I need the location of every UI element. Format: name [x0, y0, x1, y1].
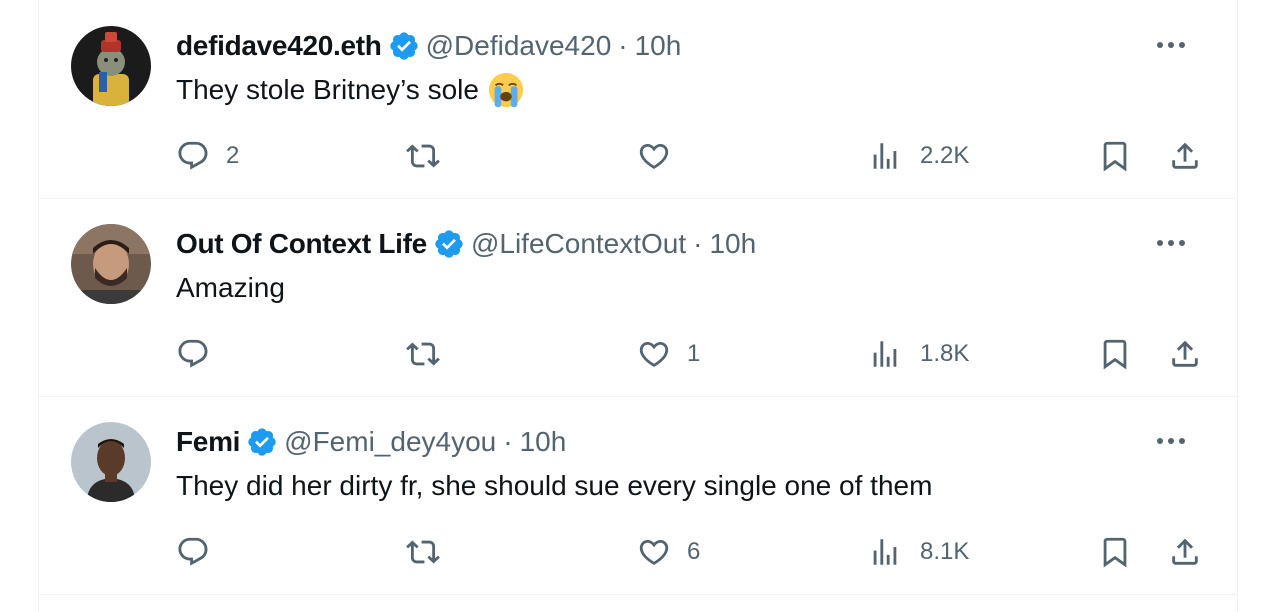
- tweet-text-content: They stole Britney’s sole: [176, 74, 479, 105]
- tweet-actions: 6 8.1K: [39, 530, 1237, 574]
- views-button[interactable]: 1.8K: [868, 332, 969, 376]
- retweet-icon: [406, 342, 440, 366]
- tweet-actions: 2 2.2K: [39, 134, 1237, 178]
- reply-feed: defidave420.eth @Defidave420 · 10h They …: [38, 0, 1238, 612]
- share-icon: [1172, 538, 1198, 565]
- display-name[interactable]: Out Of Context Life: [176, 228, 427, 260]
- user-handle[interactable]: @Femi_dey4you: [284, 426, 496, 458]
- like-button[interactable]: 6: [637, 530, 700, 574]
- reply-button[interactable]: [176, 332, 226, 376]
- reply-icon: [178, 339, 208, 368]
- share-button[interactable]: [1168, 530, 1202, 574]
- more-dots-icon[interactable]: [1153, 428, 1189, 454]
- timestamp[interactable]: 10h: [635, 30, 682, 62]
- retweet-button[interactable]: [406, 530, 440, 574]
- bookmark-button[interactable]: [1098, 530, 1132, 574]
- view-count: 2.2K: [920, 142, 970, 169]
- views-button[interactable]: 8.1K: [868, 530, 969, 574]
- tweet-text-content: They did her dirty fr, she should sue ev…: [176, 470, 933, 501]
- view-count: 8.1K: [920, 538, 970, 565]
- timestamp[interactable]: 10h: [520, 426, 567, 458]
- like-button[interactable]: [637, 134, 687, 178]
- bookmark-icon: [1103, 339, 1127, 370]
- tweet-3[interactable]: Femi @Femi_dey4you · 10h They did her di…: [39, 396, 1237, 595]
- bookmark-icon: [1103, 141, 1127, 172]
- views-icon: [873, 341, 897, 367]
- heart-icon: [639, 143, 669, 169]
- share-button[interactable]: [1168, 134, 1202, 178]
- tweet-text: Amazing: [176, 268, 285, 308]
- timestamp[interactable]: 10h: [709, 228, 756, 260]
- reply-icon: [178, 141, 208, 170]
- view-count: 1.8K: [920, 340, 970, 367]
- views-icon: [873, 143, 897, 169]
- avatar[interactable]: [71, 224, 151, 304]
- avatar[interactable]: [71, 26, 151, 106]
- bookmark-icon: [1103, 537, 1127, 568]
- more-dots-icon[interactable]: [1153, 32, 1189, 58]
- tweet-text: They did her dirty fr, she should sue ev…: [176, 466, 932, 506]
- bookmark-button[interactable]: [1098, 134, 1132, 178]
- tweet-text: They stole Britney’s sole: [176, 70, 525, 110]
- display-name[interactable]: Femi: [176, 426, 240, 458]
- user-handle[interactable]: @Defidave420: [426, 30, 612, 62]
- share-button[interactable]: [1168, 332, 1202, 376]
- verified-badge-icon: [248, 428, 276, 456]
- user-handle[interactable]: @LifeContextOut: [471, 228, 686, 260]
- bearded-man-photo-avatar: [71, 224, 151, 304]
- reply-count: 2: [226, 142, 240, 169]
- reply-icon: [178, 537, 208, 566]
- more-dots-icon[interactable]: [1153, 230, 1189, 256]
- avatar[interactable]: [71, 422, 151, 502]
- heart-icon: [639, 539, 669, 565]
- separator-dot: ·: [693, 228, 703, 259]
- heart-icon: [639, 341, 669, 367]
- views-icon: [873, 539, 897, 565]
- verified-badge-icon: [435, 230, 463, 258]
- share-icon: [1172, 142, 1198, 169]
- tweet-actions: 1 1.8K: [39, 332, 1237, 376]
- reply-button[interactable]: 2: [176, 134, 239, 178]
- separator-dot: ·: [618, 30, 628, 61]
- retweet-icon: [406, 540, 440, 564]
- display-name[interactable]: defidave420.eth: [176, 30, 382, 62]
- bookmark-button[interactable]: [1098, 332, 1132, 376]
- tweet-text-content: Amazing: [176, 272, 285, 303]
- man-photo-avatar: [71, 422, 151, 502]
- share-icon: [1172, 340, 1198, 367]
- views-button[interactable]: 2.2K: [868, 134, 969, 178]
- tweet-2[interactable]: Out Of Context Life @LifeContextOut · 10…: [39, 198, 1237, 397]
- retweet-icon: [406, 144, 440, 168]
- tweet-1[interactable]: defidave420.eth @Defidave420 · 10h They …: [39, 0, 1237, 199]
- like-button[interactable]: 1: [637, 332, 700, 376]
- loudly-crying-face-icon: [488, 72, 524, 108]
- retweet-button[interactable]: [406, 332, 440, 376]
- verified-badge-icon: [389, 32, 418, 60]
- separator-dot: ·: [503, 426, 513, 457]
- like-count: 6: [687, 538, 701, 565]
- retweet-button[interactable]: [406, 134, 440, 178]
- reply-button[interactable]: [176, 530, 226, 574]
- cartoon-character-avatar: [71, 26, 151, 106]
- like-count: 1: [687, 340, 701, 367]
